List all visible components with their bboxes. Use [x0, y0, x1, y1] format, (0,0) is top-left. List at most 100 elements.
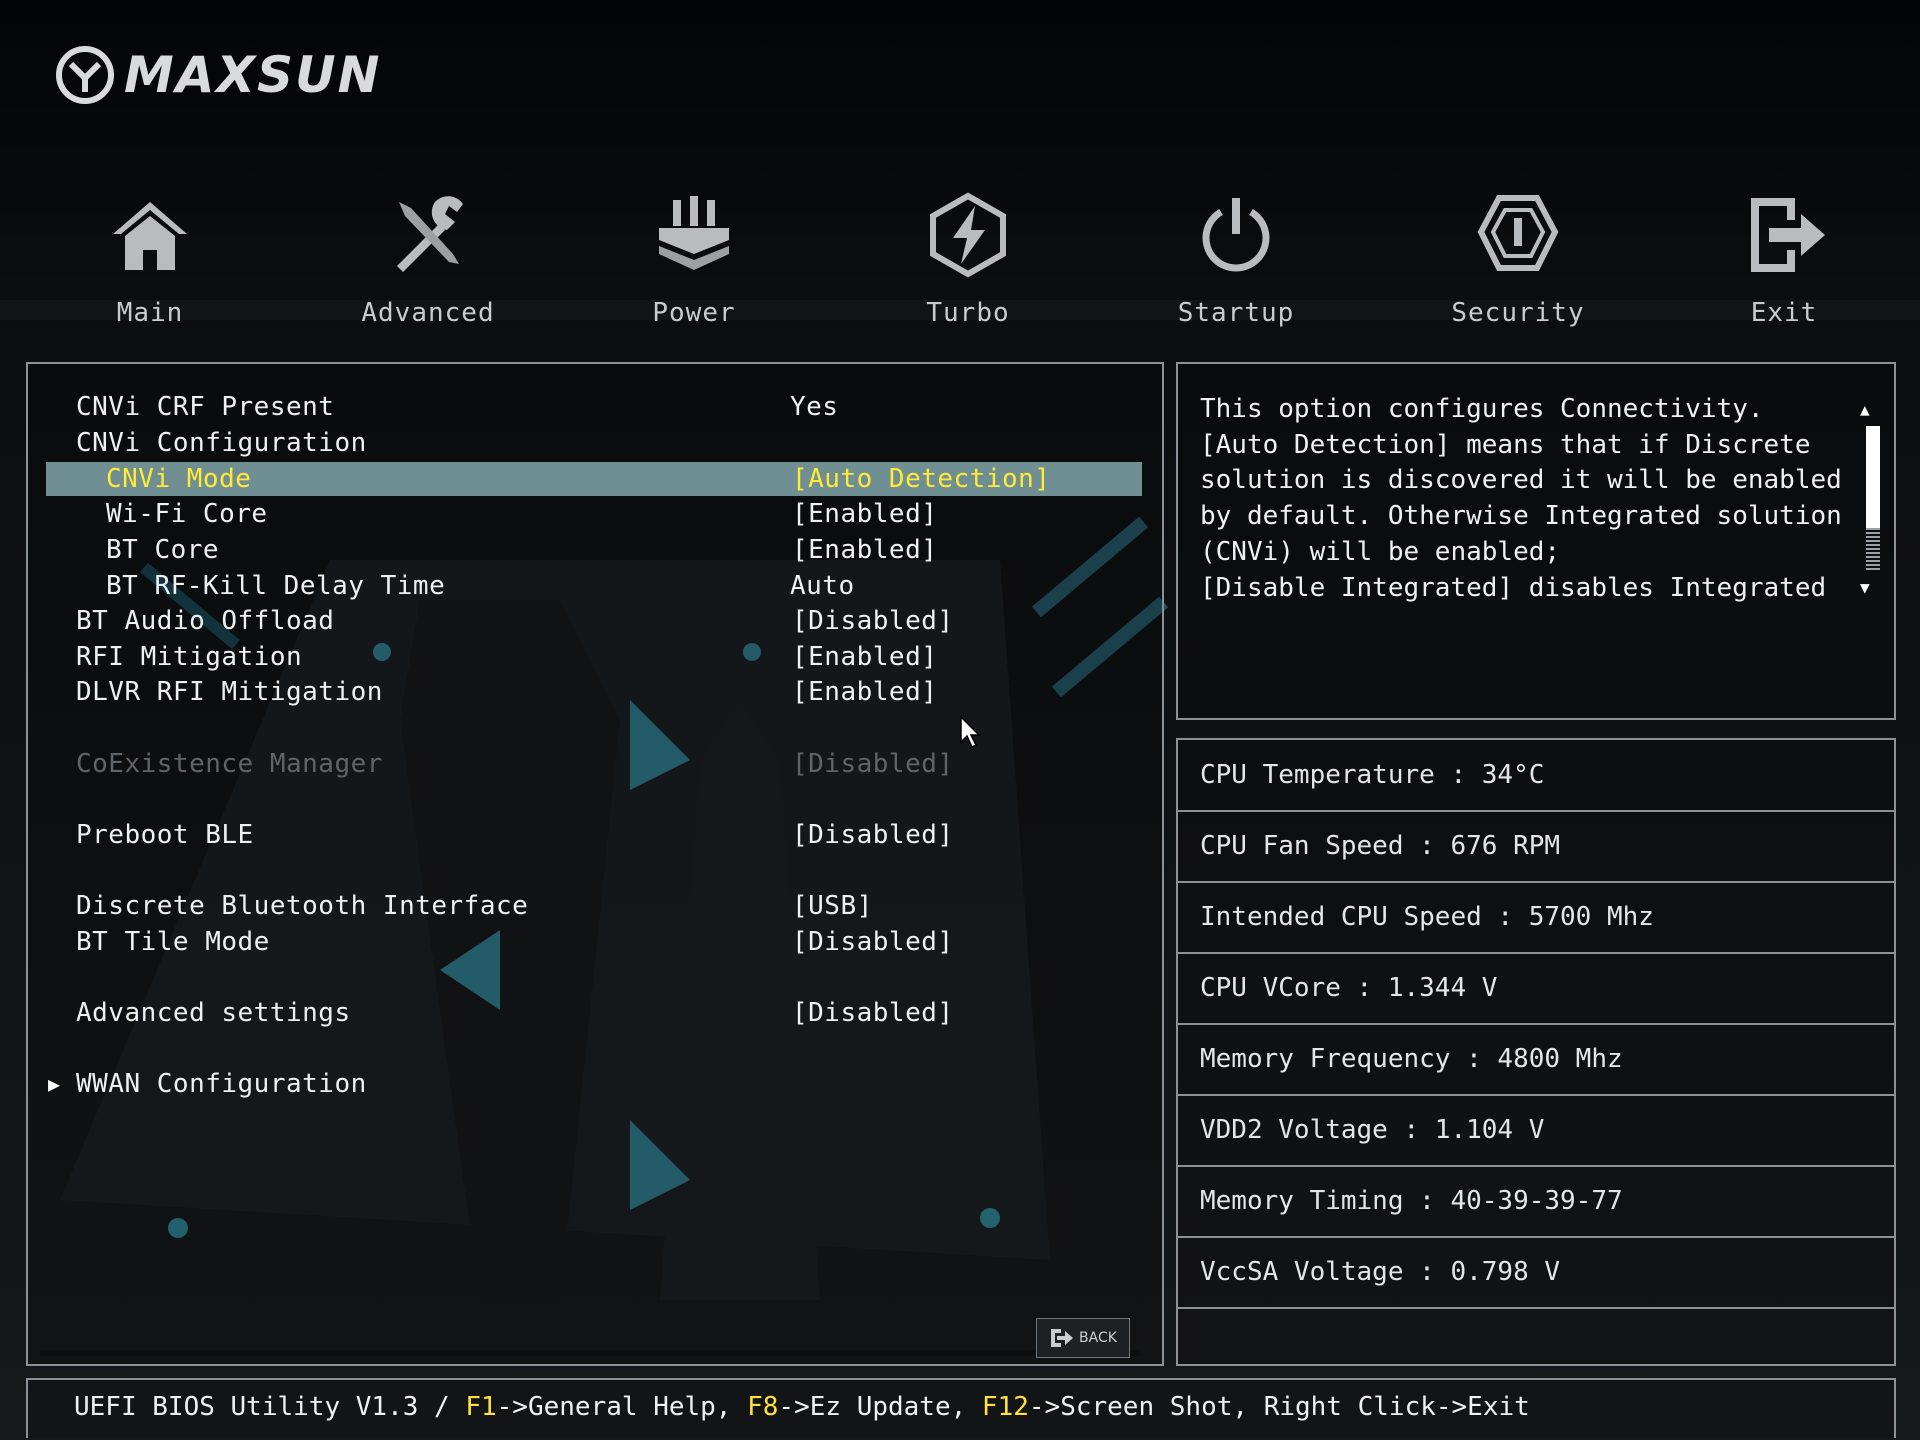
monitor-value: Intended CPU Speed : 5700 Mhz [1200, 902, 1654, 932]
f8-key-hint: F8 [747, 1392, 779, 1422]
setting-label: RFI Mitigation [76, 642, 303, 672]
tab-security[interactable]: Security [1418, 190, 1618, 328]
monitor-cpu-fan-speed: CPU Fan Speed : 676 RPM [1178, 811, 1894, 883]
turbo-bolt-icon [930, 192, 1006, 278]
help-line: solution is discovered it will be enable… [1200, 465, 1842, 496]
back-button[interactable]: BACK [1036, 1318, 1130, 1358]
submenu-arrow-icon: ▶ [48, 1072, 61, 1096]
brand-name: MAXSUN [124, 46, 382, 104]
exit-icon [1751, 198, 1825, 272]
monitor-value: VccSA Voltage : 0.798 V [1200, 1257, 1561, 1287]
f1-hint-text: ->General Help, [496, 1392, 748, 1422]
setting-label: CNVi Configuration [76, 428, 367, 458]
top-navigation: Main Advanced Power Turbo Startup Securi… [0, 190, 1920, 340]
setting-row-bt-rf-kill-delay: BT RF-Kill Delay Time Auto [48, 569, 1142, 603]
setting-row-discrete-bluetooth-interface[interactable]: Discrete Bluetooth Interface [USB] [48, 889, 1142, 923]
help-line: [Auto Detection] means that if Discrete [1200, 429, 1811, 460]
tab-label: Advanced [361, 298, 495, 328]
help-panel: This option configures Connectivity. [Aut… [1176, 362, 1896, 720]
setting-row-dlvr-rfi-mitigation[interactable]: DLVR RFI Mitigation [Enabled] [48, 675, 1142, 709]
tab-label: Main [116, 298, 184, 328]
tab-power[interactable]: Power [594, 190, 794, 328]
tab-main[interactable]: Main [50, 190, 250, 328]
f8-hint-text: ->Ez Update, [778, 1392, 982, 1422]
power-button-icon [1202, 198, 1270, 272]
settings-panel: CNVi CRF Present Yes CNVi Configuration … [26, 362, 1164, 1366]
brand-logo: MAXSUN [54, 44, 381, 106]
setting-value[interactable]: [USB] [792, 889, 873, 923]
setting-value[interactable]: [Enabled] [792, 675, 937, 709]
monitor-memory-frequency: Memory Frequency : 4800 Mhz [1178, 1024, 1894, 1096]
setting-label: BT Tile Mode [76, 927, 270, 957]
tab-advanced[interactable]: Advanced [328, 190, 528, 328]
tab-startup[interactable]: Startup [1136, 190, 1336, 328]
tab-label: Security [1451, 298, 1585, 328]
status-bar: UEFI BIOS Utility V1.3 / F1->General Hel… [26, 1378, 1896, 1438]
setting-label: DLVR RFI Mitigation [76, 677, 383, 707]
setting-label: Wi-Fi Core [106, 499, 268, 529]
scrollbar-thumb[interactable] [1866, 426, 1880, 528]
hardware-monitor-panel: CPU Temperature : 34°C CPU Fan Speed : 6… [1176, 738, 1896, 1366]
setting-value[interactable]: [Enabled] [792, 640, 937, 674]
setting-row-coexistence-manager: CoExistence Manager [Disabled] [48, 747, 1142, 781]
setting-row-bt-core[interactable]: BT Core [Enabled] [48, 533, 1142, 567]
status-text: UEFI BIOS Utility V1.3 / F1->General Hel… [74, 1392, 1530, 1422]
help-text: This option configures Connectivity. [Aut… [1200, 392, 1842, 606]
power-plug-icon [659, 196, 729, 270]
setting-row-wifi-core[interactable]: Wi-Fi Core [Enabled] [48, 497, 1142, 531]
setting-value: Yes [790, 392, 839, 422]
setting-label: CNVi Mode [106, 464, 252, 494]
setting-label: Discrete Bluetooth Interface [76, 891, 529, 921]
help-line: (CNVi) will be enabled; [1200, 536, 1561, 567]
back-arrow-icon [1051, 1329, 1074, 1347]
monitor-value: VDD2 Voltage : 1.104 V [1200, 1115, 1545, 1145]
setting-row-cnvi-crf-present: CNVi CRF Present Yes [48, 390, 1142, 424]
setting-value[interactable]: [Disabled] [792, 818, 954, 852]
f12-key-hint: F12 [981, 1392, 1029, 1422]
tab-label: Power [652, 298, 736, 328]
setting-row-cnvi-configuration: CNVi Configuration [48, 426, 1142, 460]
setting-row-wwan-configuration[interactable]: ▶ WWAN Configuration [48, 1067, 1142, 1101]
scroll-down-icon[interactable]: ▼ [1860, 578, 1870, 597]
f1-key-hint: F1 [465, 1392, 497, 1422]
setting-label: BT Audio Offload [76, 606, 335, 636]
home-icon [113, 202, 187, 270]
status-prefix: UEFI BIOS Utility V1.3 / [74, 1392, 466, 1422]
scrollbar-track-rest [1866, 528, 1880, 570]
setting-value[interactable]: [Enabled] [792, 497, 937, 531]
shield-icon [1477, 195, 1559, 271]
setting-row-preboot-ble[interactable]: Preboot BLE [Disabled] [48, 818, 1142, 852]
setting-label: BT RF-Kill Delay Time [106, 571, 446, 601]
setting-value[interactable]: [Auto Detection] [792, 462, 1050, 496]
setting-row-rfi-mitigation[interactable]: RFI Mitigation [Enabled] [48, 640, 1142, 674]
setting-label: BT Core [106, 535, 220, 565]
tab-turbo[interactable]: Turbo [868, 190, 1068, 328]
setting-row-bt-tile-mode[interactable]: BT Tile Mode [Disabled] [48, 925, 1142, 959]
monitor-value: Memory Timing : 40-39-39-77 [1200, 1186, 1623, 1216]
monitor-value: CPU VCore : 1.344 V [1200, 973, 1498, 1003]
setting-value[interactable]: [Disabled] [792, 604, 954, 638]
setting-row-bt-audio-offload[interactable]: BT Audio Offload [Disabled] [48, 604, 1142, 638]
setting-label: Preboot BLE [76, 820, 254, 850]
help-line: by default. Otherwise Integrated solutio… [1200, 501, 1842, 532]
tools-icon [397, 196, 463, 272]
help-line: This option configures Connectivity. [1200, 394, 1764, 424]
tab-exit[interactable]: Exit [1684, 190, 1884, 328]
monitor-value: CPU Temperature : 34°C [1200, 760, 1545, 790]
setting-row-cnvi-mode[interactable]: CNVi Mode [Auto Detection] [46, 462, 1142, 496]
tab-label: Startup [1177, 298, 1295, 328]
monitor-memory-timing: Memory Timing : 40-39-39-77 [1178, 1166, 1894, 1238]
setting-row-advanced-settings[interactable]: Advanced settings [Disabled] [48, 996, 1142, 1030]
help-line: [Disable Integrated] disables Integrated [1200, 572, 1827, 603]
setting-value[interactable]: [Disabled] [792, 996, 954, 1030]
monitor-vccsa-voltage: VccSA Voltage : 0.798 V [1178, 1237, 1894, 1309]
setting-value[interactable]: [Disabled] [792, 925, 954, 959]
monitor-value: CPU Fan Speed : 676 RPM [1200, 831, 1561, 861]
setting-value: [Disabled] [792, 749, 954, 779]
back-button-label: BACK [1079, 1330, 1117, 1346]
maxsun-logo-icon [56, 46, 114, 104]
setting-value[interactable]: [Enabled] [792, 533, 937, 567]
scroll-up-icon[interactable]: ▲ [1860, 400, 1870, 419]
help-scrollbar[interactable] [1866, 426, 1880, 570]
setting-label: WWAN Configuration [76, 1069, 367, 1099]
